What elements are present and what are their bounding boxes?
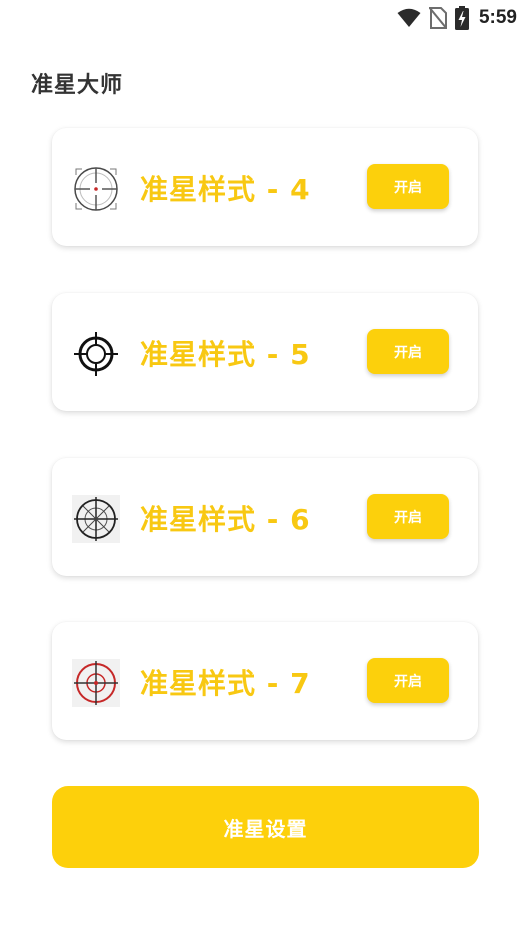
status-bar: 5:59 bbox=[0, 0, 531, 38]
enable-button-4[interactable]: 开启 bbox=[367, 164, 449, 209]
app-title: 准星大师 bbox=[31, 73, 124, 98]
crosshair-label: 准星样式 - 6 bbox=[140, 503, 311, 536]
crosshair-label: 准星样式 - 5 bbox=[140, 338, 311, 371]
crosshair-card-5: 准星样式 - 5 开启 bbox=[52, 293, 478, 411]
crosshair-card-7: 准星样式 - 7 开启 bbox=[52, 622, 478, 740]
crosshair-style-5-icon bbox=[74, 332, 118, 376]
wifi-icon bbox=[397, 8, 421, 27]
enable-button-6[interactable]: 开启 bbox=[367, 494, 449, 539]
battery-charging-icon bbox=[454, 6, 469, 30]
crosshair-card-4: 准星样式 - 4 开启 bbox=[52, 128, 478, 246]
no-sim-icon bbox=[428, 7, 447, 29]
crosshair-style-7-icon bbox=[72, 659, 120, 707]
crosshair-style-6-icon bbox=[72, 495, 120, 543]
crosshair-label: 准星样式 - 7 bbox=[140, 667, 311, 700]
enable-button-7[interactable]: 开启 bbox=[367, 658, 449, 703]
crosshair-card-6: 准星样式 - 6 开启 bbox=[52, 458, 478, 576]
crosshair-label: 准星样式 - 4 bbox=[140, 173, 311, 206]
crosshair-style-4-icon bbox=[74, 167, 118, 211]
status-icons: 5:59 bbox=[397, 6, 517, 30]
status-time: 5:59 bbox=[478, 7, 517, 28]
enable-button-5[interactable]: 开启 bbox=[367, 329, 449, 374]
crosshair-settings-button[interactable]: 准星设置 bbox=[52, 786, 479, 868]
